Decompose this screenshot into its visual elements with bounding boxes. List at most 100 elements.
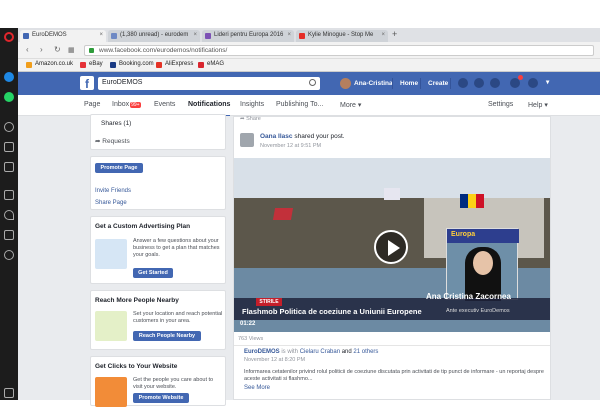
account-menu-icon[interactable]: ▾ [546, 78, 549, 86]
tab-mail[interactable]: (1,380 unread) - eurodem × [108, 30, 200, 42]
messages-icon[interactable] [474, 78, 484, 88]
news-icon[interactable] [4, 230, 14, 240]
notifications-icon[interactable] [490, 78, 500, 88]
tab-youtube[interactable]: Kylie Minogue - Stop Me × [296, 30, 388, 42]
close-tab-icon[interactable]: × [99, 32, 103, 38]
grid-icon[interactable]: ▦ [68, 46, 75, 54]
bookmark-aliexpress[interactable]: AliExpress [156, 61, 193, 68]
tab-eurodemos[interactable]: EuroDEMOS × [20, 30, 106, 42]
view-count: 763 Views [238, 336, 264, 342]
invite-friends-link[interactable]: Invite Friends [95, 188, 131, 194]
share-action[interactable]: ➦ Share [240, 116, 261, 122]
tab-label: Lideri pentru Europa 2016 [214, 32, 284, 38]
feed-card: ➦ Share Oana Ilasc shared your post. Nov… [233, 116, 551, 400]
promote-website-button[interactable]: Promote Website [133, 393, 189, 403]
shares-link[interactable]: Shares (1) [101, 120, 131, 127]
close-tab-icon[interactable]: × [193, 32, 197, 38]
opera-logo-icon[interactable] [4, 32, 14, 42]
play-triangle [388, 240, 400, 256]
bookmarks-bar: Amazon.co.uk eBay Booking.com AliExpress… [18, 59, 600, 72]
bookmark-label: eBay [89, 61, 103, 67]
tab-page[interactable]: Page [84, 101, 100, 108]
profile-link[interactable]: Ana-Cristina [340, 76, 393, 91]
search-input[interactable]: EuroDEMOS [98, 77, 320, 90]
avatar[interactable] [240, 133, 254, 147]
help-link[interactable]: Help ▾ [528, 101, 548, 109]
back-icon[interactable]: ‹ [26, 45, 29, 54]
bookmark-booking[interactable]: Booking.com [110, 61, 154, 68]
page-navigation: Page Inbox 99+ Events Notifications Insig… [18, 95, 600, 116]
forward-icon[interactable]: › [40, 45, 43, 54]
ad-plan-description: Answer a few questions about your busine… [133, 238, 220, 258]
post-author-link[interactable]: Oana Ilasc [260, 133, 293, 140]
tab-publishing-tools[interactable]: Publishing To... [276, 101, 323, 108]
search-icon[interactable] [4, 122, 14, 132]
ticker-role: Ante executiv EuroDemos [446, 308, 510, 314]
facebook-logo-icon[interactable]: f [80, 76, 94, 91]
bookmark-label: Amazon.co.uk [35, 61, 74, 67]
tagged-person-link[interactable]: Cielaru Craban [300, 349, 340, 355]
speed-dial-icon[interactable] [4, 190, 14, 200]
settings-link[interactable]: Settings [488, 101, 513, 108]
video-duration: 01:22 [240, 321, 256, 327]
tab-events[interactable]: Events [154, 101, 175, 108]
mail-favicon-icon [111, 33, 117, 39]
help-icon[interactable] [528, 78, 538, 88]
shared-post-timestamp[interactable]: November 12 at 8:20 PM [244, 357, 305, 363]
flag [384, 188, 400, 200]
sidebar-toggle-icon[interactable] [4, 388, 14, 398]
post-timestamp[interactable]: November 12 at 9:51 PM [260, 143, 321, 149]
requests-link[interactable]: ➦ Requests [95, 137, 130, 145]
camera-icon[interactable] [4, 162, 14, 172]
bookmark-amazon[interactable]: Amazon.co.uk [26, 61, 74, 68]
opera-sidebar [0, 28, 18, 400]
tab-bar: EuroDEMOS × (1,380 unread) - eurodem × L… [18, 28, 600, 42]
main-content: Shares (1) ➦ Requests Promote Page Invit… [18, 114, 600, 407]
ticker-tag: STIRILE [256, 298, 282, 306]
search-icon[interactable] [309, 79, 316, 86]
play-icon[interactable] [374, 230, 408, 264]
tab-lideri[interactable]: Lideri pentru Europa 2016 × [202, 30, 294, 42]
tab-insights[interactable]: Insights [240, 101, 264, 108]
new-tab-button[interactable]: + [392, 29, 397, 39]
reach-title: Reach More People Nearby [95, 297, 179, 304]
home-link[interactable]: Home [400, 80, 418, 87]
bookmark-emag[interactable]: eMAG [198, 61, 225, 68]
tab-notifications[interactable]: Notifications [188, 101, 230, 108]
divider [392, 78, 393, 89]
messenger-icon[interactable] [4, 72, 14, 82]
facebook-favicon-icon [23, 33, 29, 39]
reach-people-nearby-button[interactable]: Reach People Nearby [133, 331, 201, 341]
tab-more[interactable]: More ▾ [340, 101, 361, 109]
flag [468, 194, 476, 208]
get-started-button[interactable]: Get Started [133, 268, 173, 278]
bookmark-ebay[interactable]: eBay [80, 61, 103, 68]
page-link[interactable]: EuroDEMOS [244, 349, 280, 355]
presenter-inset: Europa [446, 228, 519, 301]
tab-label: Inbox [112, 101, 130, 108]
bookmark-label: eMAG [207, 61, 225, 67]
video-player[interactable]: Europa STIRILE Ana Cristina Zacornea Fla… [234, 158, 550, 332]
aliexpress-icon [156, 62, 162, 68]
tab-inbox[interactable]: Inbox 99+ [112, 101, 141, 108]
divider [450, 78, 451, 89]
tagged-others-link[interactable]: 21 others [353, 349, 378, 355]
see-more-link[interactable]: See More [244, 385, 270, 391]
heart-icon[interactable] [4, 210, 14, 220]
and-text: and [341, 349, 352, 355]
close-tab-icon[interactable]: × [287, 32, 291, 38]
whatsapp-icon[interactable] [4, 92, 14, 102]
history-icon[interactable] [4, 250, 14, 260]
ebay-icon [80, 62, 86, 68]
reload-icon[interactable]: ↻ [54, 45, 61, 54]
send-icon[interactable] [4, 142, 14, 152]
ad-plan-card: Get a Custom Advertising Plan Answer a f… [90, 216, 226, 284]
promote-page-button[interactable]: Promote Page [95, 163, 143, 173]
share-page-link[interactable]: Share Page [95, 200, 127, 206]
website-illustration [95, 377, 127, 407]
create-link[interactable]: Create [428, 80, 448, 87]
close-tab-icon[interactable]: × [381, 32, 385, 38]
reach-description: Set your location and reach potential cu… [133, 311, 223, 324]
friend-requests-icon[interactable] [458, 78, 468, 88]
url-field[interactable]: www.facebook.com/eurodemos/notifications… [84, 45, 594, 56]
